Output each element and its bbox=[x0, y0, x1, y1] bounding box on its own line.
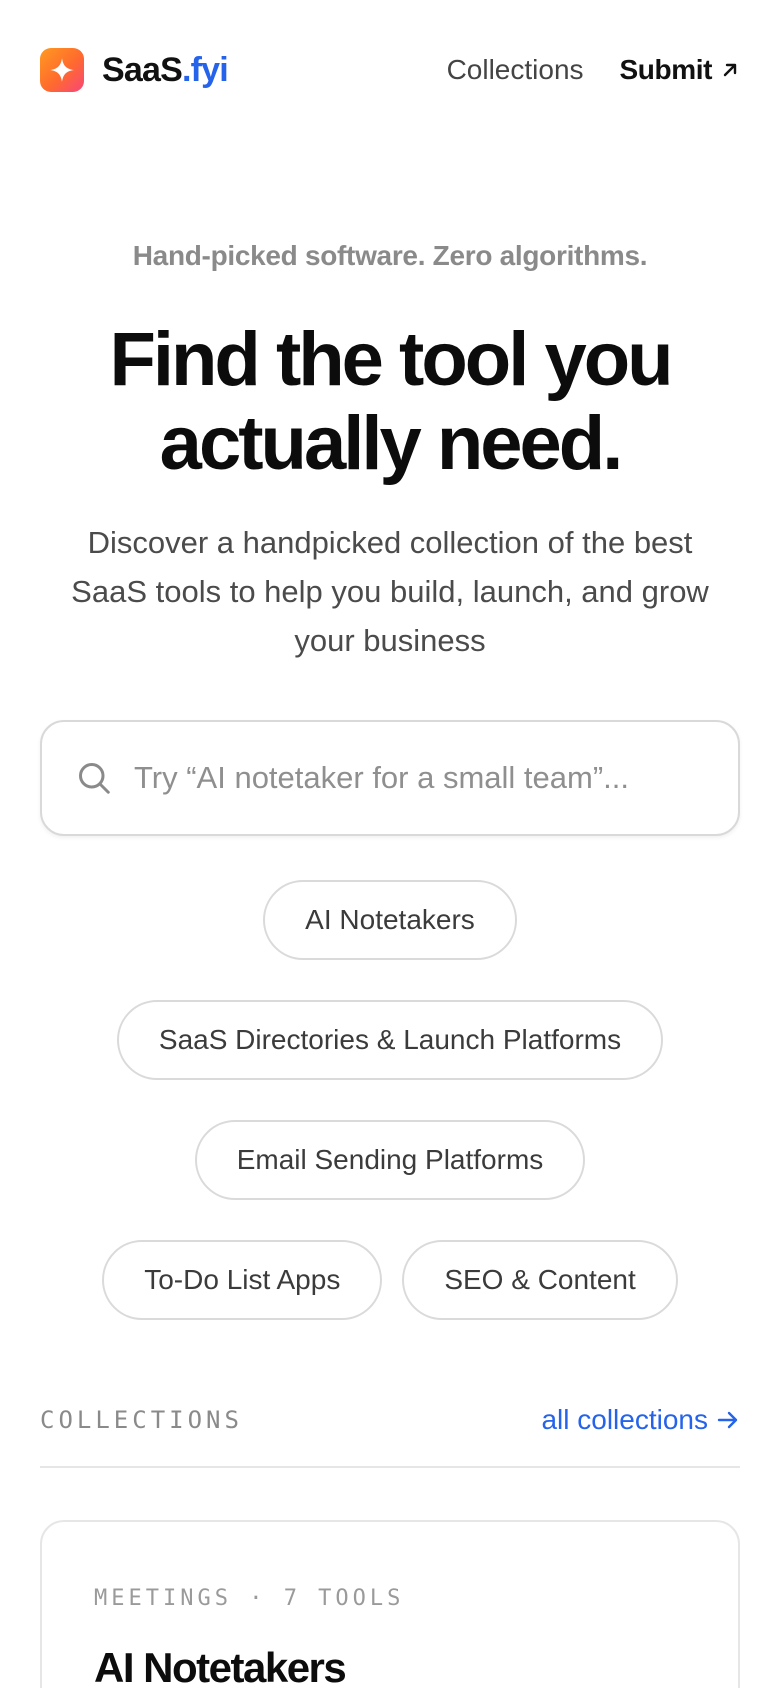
main-nav: Collections Submit bbox=[447, 54, 740, 86]
arrow-up-right-icon bbox=[723, 63, 737, 77]
brand-name-text: SaaS bbox=[102, 50, 183, 89]
hero-headline: Find the tool you actually need. bbox=[40, 318, 740, 486]
chip-seo-content[interactable]: SEO & Content bbox=[402, 1240, 678, 1320]
chip-email-sending[interactable]: Email Sending Platforms bbox=[194, 1120, 586, 1200]
nav-submit-link[interactable]: Submit bbox=[620, 54, 740, 86]
page: SaaS.fyi Collections Submit Hand-picked … bbox=[0, 0, 780, 1688]
nav-collections-link[interactable]: Collections bbox=[447, 54, 584, 86]
collection-card[interactable]: MEETINGS · 7 TOOLS AI Notetakers bbox=[40, 1520, 740, 1688]
hero-headline-line2: actually need. bbox=[159, 401, 624, 486]
chip-saas-directories[interactable]: SaaS Directories & Launch Platforms bbox=[116, 1000, 664, 1080]
hero-subhead: Discover a handpicked collection of the … bbox=[71, 525, 709, 658]
chip-todo-list-apps[interactable]: To-Do List Apps bbox=[102, 1240, 383, 1320]
collection-card-meta: MEETINGS · 7 TOOLS bbox=[94, 1586, 405, 1611]
category-chips: AI Notetakers SaaS Directories & Launch … bbox=[40, 880, 740, 1320]
brand-name: SaaS.fyi bbox=[102, 50, 229, 90]
collection-card-title: AI Notetakers bbox=[94, 1644, 347, 1688]
search-box[interactable] bbox=[40, 720, 740, 836]
brand-logo-link[interactable]: SaaS.fyi bbox=[40, 48, 229, 92]
site-header: SaaS.fyi Collections Submit bbox=[40, 44, 740, 96]
search-icon bbox=[79, 763, 110, 794]
collections-header: COLLECTIONS all collections bbox=[40, 1396, 740, 1444]
all-collections-link[interactable]: all collections bbox=[541, 1404, 740, 1436]
sparkle-icon bbox=[40, 48, 84, 92]
divider bbox=[40, 1466, 740, 1468]
hero-headline-line1: Find the tool you bbox=[109, 317, 673, 402]
hero-eyebrow: Hand-picked software. Zero algorithms. bbox=[132, 240, 648, 271]
all-collections-label: all collections bbox=[541, 1404, 708, 1435]
arrow-right-icon bbox=[717, 1411, 738, 1429]
brand-tld: .fyi bbox=[181, 50, 229, 89]
nav-submit-label: Submit bbox=[619, 54, 713, 85]
search-input[interactable] bbox=[134, 760, 738, 796]
collections-label: COLLECTIONS bbox=[40, 1406, 243, 1434]
chip-ai-notetakers[interactable]: AI Notetakers bbox=[263, 880, 517, 960]
